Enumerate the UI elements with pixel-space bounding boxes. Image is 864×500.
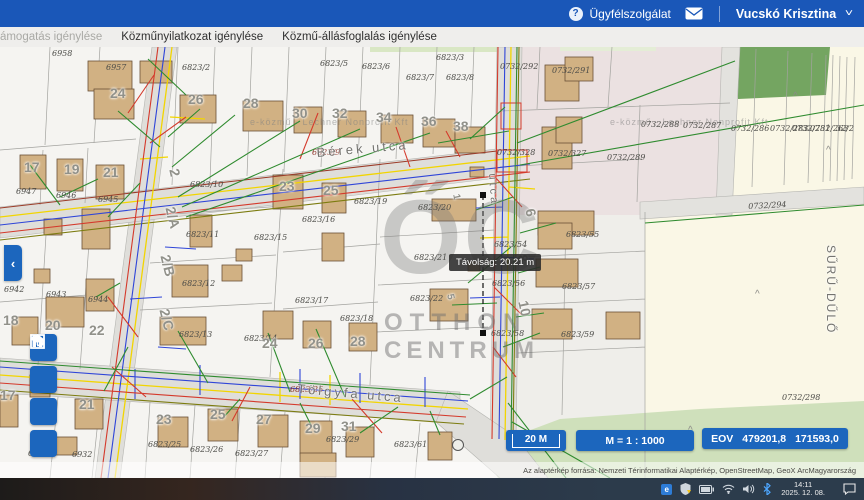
scale-bar-label: 20 M — [512, 434, 560, 448]
distance-tooltip: Távolság: 20.21 m — [449, 254, 541, 271]
user-menu[interactable]: Vucskó Krisztina ˅ — [736, 7, 852, 21]
tray-app-icon[interactable]: e — [661, 484, 672, 495]
notification-center-icon[interactable] — [843, 483, 856, 495]
topbar-divider — [719, 6, 720, 22]
security-shield-icon[interactable] — [680, 483, 691, 495]
scale-ratio-button[interactable]: M = 1 : 1000 — [576, 430, 694, 451]
battery-icon[interactable] — [699, 485, 714, 494]
taskbar-clock[interactable]: 14:11 2025. 12. 08. — [781, 481, 825, 498]
sidebar-collapse-tab[interactable]: ‹ — [4, 245, 22, 281]
help-icon: ? — [569, 7, 583, 21]
user-name: Vucskó Krisztina — [736, 7, 836, 21]
zoom-in-button[interactable] — [30, 366, 57, 393]
windows-taskbar: e 14:11 2025. 12. 08. — [0, 478, 864, 500]
tab-kozmu-allasfoglalas[interactable]: Közmű-állásfoglalás igénylése — [282, 31, 437, 43]
customer-service-label: Ügyfélszolgálat — [590, 7, 671, 21]
svg-text:^: ^ — [826, 145, 831, 156]
eov-prefix: EOV — [711, 433, 733, 445]
svg-text:^: ^ — [755, 289, 760, 300]
zoom-out-button[interactable] — [30, 398, 57, 425]
map-controls — [30, 334, 57, 457]
eov-coordinates-button[interactable]: EOV 479201,8 171593,0 — [702, 428, 848, 449]
top-bar: ? Ügyfélszolgálat Vucskó Krisztina ˅ — [0, 0, 864, 27]
eov-x: 479201,8 — [742, 433, 786, 445]
well-symbol — [453, 440, 464, 451]
scale-bar-button[interactable]: 20 M — [506, 430, 566, 451]
wifi-icon[interactable] — [722, 484, 735, 494]
map-attribution: Az alaptérkép forrása: Nemzeti Térinform… — [0, 462, 864, 478]
eov-y: 171593,0 — [795, 433, 839, 445]
tab-kozmunyilatkozat[interactable]: Közműnyilatkozat igénylése — [121, 31, 263, 43]
bluetooth-icon[interactable] — [763, 483, 771, 495]
cadastral-map-canvas[interactable]: ^^^^ — [0, 47, 864, 478]
back-button[interactable] — [30, 430, 57, 457]
envelope-icon[interactable] — [685, 7, 703, 20]
module-menu-bar: stámogatás igénylése Közműnyilatkozat ig… — [0, 27, 864, 48]
ekozmu-app-window: ? Ügyfélszolgálat Vucskó Krisztina ˅ stá… — [0, 0, 864, 500]
system-tray: e — [661, 483, 771, 495]
speaker-icon[interactable] — [743, 484, 755, 494]
chevron-left-icon: ‹ — [11, 256, 15, 271]
clock-date: 2025. 12. 08. — [781, 489, 825, 498]
undo-arrow-icon — [30, 334, 45, 347]
tab-tervezestamogatas[interactable]: stámogatás igénylése — [0, 31, 102, 43]
customer-service-button[interactable]: ? Ügyfélszolgálat — [569, 7, 671, 21]
svg-text:^: ^ — [793, 91, 798, 102]
chevron-down-icon: ˅ — [845, 8, 853, 19]
map-viewport[interactable]: ^^^^ e-közmű - Lechner Nonprofit Kft e-k… — [0, 47, 864, 478]
